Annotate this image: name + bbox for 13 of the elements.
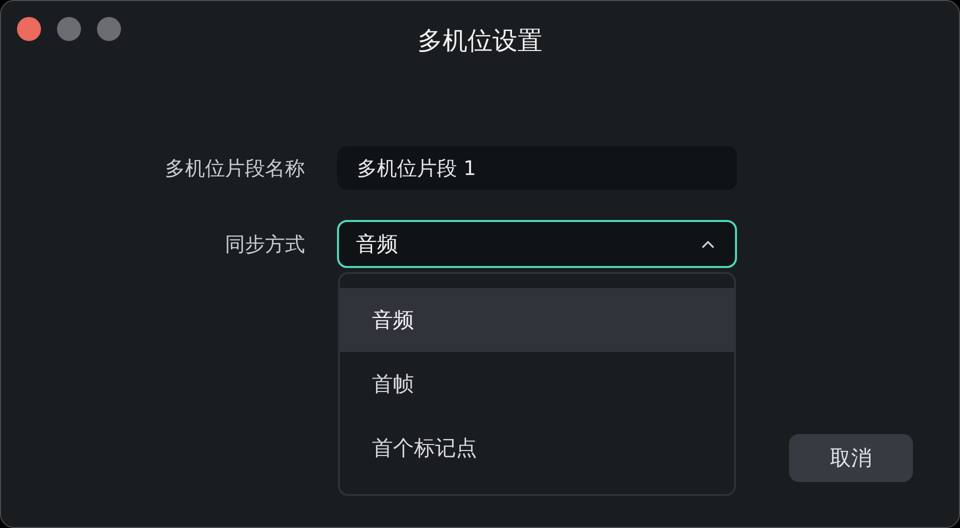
menu-item[interactable]: 首个标记点: [340, 416, 734, 480]
caret-icon: [701, 240, 715, 248]
window-title: 多机位设置: [418, 25, 542, 57]
zoom-icon[interactable]: [97, 17, 121, 41]
field-label: 同步方式: [224, 230, 306, 258]
cancel-button[interactable]: 取消: [789, 434, 913, 482]
field-label: 多机位片段名称: [164, 154, 306, 182]
minimize-icon[interactable]: [57, 17, 81, 41]
dropdown-field[interactable]: 音频: [337, 220, 737, 268]
close-icon[interactable]: [17, 17, 41, 41]
input-field[interactable]: 多机位片段 1: [337, 146, 737, 190]
menu-item[interactable]: 音频: [340, 288, 734, 352]
menu-item[interactable]: 首帧: [340, 352, 734, 416]
